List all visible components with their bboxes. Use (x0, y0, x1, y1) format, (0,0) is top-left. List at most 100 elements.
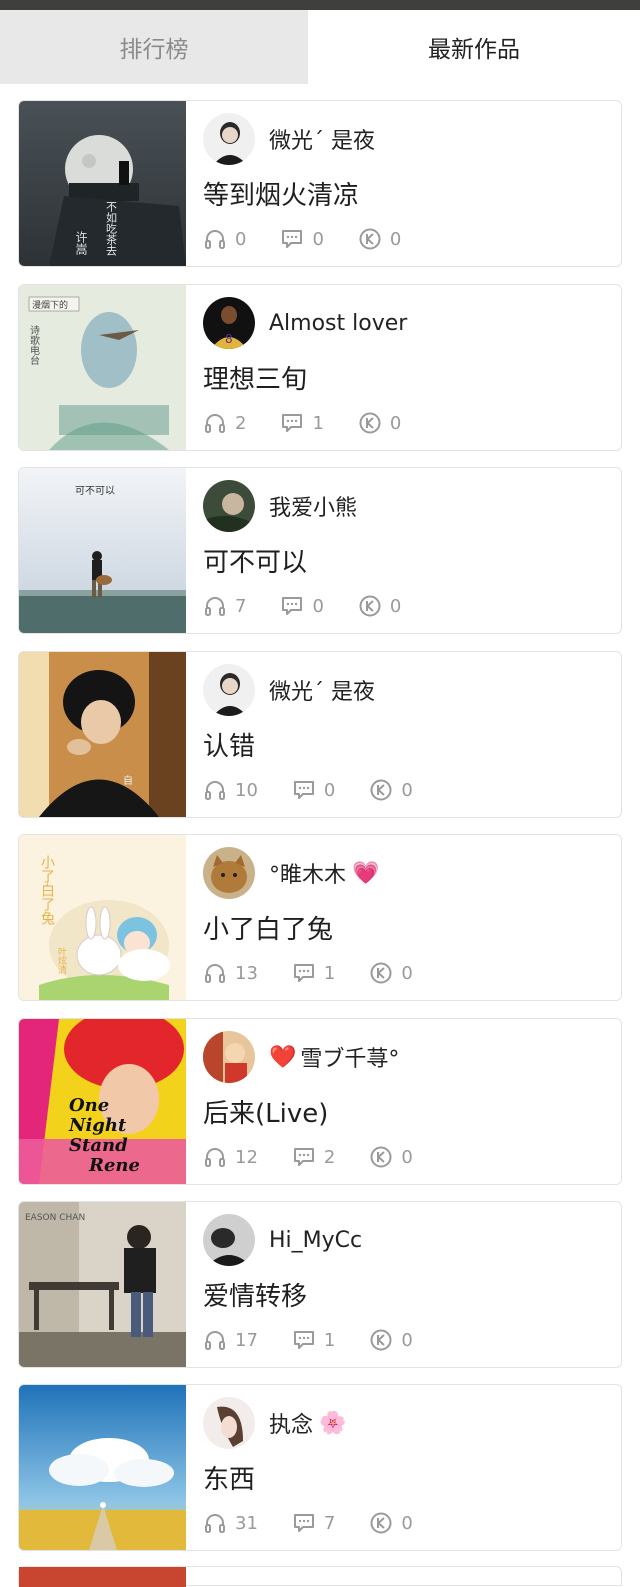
comment-icon (282, 414, 303, 432)
heart-emoji-icon: 💗 (352, 860, 380, 886)
k-song-icon (359, 412, 381, 434)
work-title: 后来(Live) (203, 1099, 329, 1129)
stats-row: 7 0 0 (203, 594, 435, 618)
k-song-icon (370, 1512, 392, 1534)
album-cover (19, 1385, 186, 1550)
k-song-icon (370, 1146, 392, 1168)
listen-count: 13 (235, 962, 258, 984)
listen-count: 12 (235, 1146, 258, 1168)
comment-count: 2 (323, 1146, 336, 1168)
cover-text: 许嵩 (74, 231, 88, 255)
headphones-icon (205, 1148, 225, 1167)
listen-count: 7 (235, 595, 247, 617)
headphones-icon (205, 1331, 225, 1350)
comment-icon (293, 1331, 314, 1349)
heart-emoji-icon: ❤️ (269, 1044, 297, 1070)
avatar[interactable]: 8 (203, 297, 255, 349)
cover-text: 可不可以 (75, 486, 115, 497)
work-card[interactable]: One Night Stand Rene ❤️ 雪ブ千荨° 后来(Live) 12… (18, 1018, 622, 1185)
comment-count: 0 (312, 228, 324, 250)
headphones-icon (205, 964, 225, 983)
avatar[interactable] (203, 847, 255, 899)
next-work-card-peek[interactable] (18, 1566, 622, 1587)
status-bar (0, 0, 640, 10)
k-song-icon (370, 962, 392, 984)
headphones-icon (205, 1514, 225, 1533)
stats-row: 12 2 0 (203, 1145, 447, 1169)
karaoke-count: 0 (401, 1146, 413, 1168)
work-card[interactable]: 小了白了兔 叶炫清 °睢木木 💗 小了白了兔 13 1 0 (18, 834, 622, 1001)
karaoke-count: 0 (401, 962, 413, 984)
comment-count: 0 (312, 595, 324, 617)
album-cover: EASON CHAN (19, 1202, 186, 1367)
headphones-icon (205, 597, 225, 616)
comment-count: 7 (323, 1512, 336, 1534)
author-name[interactable]: °睢木木 (269, 857, 346, 889)
headphones-icon (205, 230, 225, 249)
author-name[interactable]: Hi_MyCc (269, 1228, 362, 1253)
album-cover: One Night Stand Rene (19, 1019, 186, 1184)
work-card[interactable]: 许嵩 不如吃茶去 微光ˊ 是夜 等到烟火清凉 0 0 0 (18, 100, 622, 267)
tab-latest-works[interactable]: 最新作品 (308, 10, 640, 84)
author-name[interactable]: 微光ˊ 是夜 (269, 123, 375, 155)
work-card[interactable]: 漫烟下的 诗歌电台 8 Almost lover 理想三旬 2 1 0 (18, 284, 622, 451)
author-name[interactable]: Almost lover (269, 311, 407, 336)
k-song-icon (370, 779, 392, 801)
cover-text: One (69, 1095, 109, 1116)
work-title: 东西 (203, 1465, 256, 1495)
karaoke-count: 0 (401, 1329, 413, 1351)
author-name[interactable]: 微光ˊ 是夜 (269, 674, 375, 706)
tab-bar: 排行榜 最新作品 (0, 10, 640, 84)
karaoke-count: 0 (401, 1512, 413, 1534)
stats-row: 0 0 0 (203, 227, 435, 251)
karaoke-count: 0 (389, 228, 402, 250)
k-song-icon (359, 228, 381, 250)
karaoke-count: 0 (401, 779, 413, 801)
svg-text:8: 8 (225, 332, 233, 346)
cover-text: EASON CHAN (25, 1213, 85, 1223)
work-card[interactable]: EASON CHAN Hi_MyCc 爱情转移 17 1 0 (18, 1201, 622, 1368)
stats-row: 31 7 0 (203, 1511, 447, 1535)
author-name[interactable]: 我爱小熊 (269, 490, 357, 522)
work-title: 可不可以 (203, 548, 308, 578)
cover-text: 小了白了兔 (39, 855, 55, 926)
cover-text: 不如吃茶去 (105, 201, 118, 256)
work-card[interactable]: 可不可以 我爱小熊 可不可以 7 0 0 (18, 467, 622, 634)
comment-count: 1 (312, 412, 324, 434)
comment-icon (293, 781, 314, 799)
work-card[interactable]: 执念 🌸 东西 31 7 0 (18, 1384, 622, 1551)
cover-text: Stand (69, 1135, 128, 1156)
comment-icon (293, 1148, 314, 1166)
avatar[interactable] (203, 1397, 255, 1449)
author-name[interactable]: 执念 (269, 1407, 313, 1439)
karaoke-count: 0 (389, 595, 402, 617)
avatar[interactable] (203, 664, 255, 716)
comment-count: 1 (323, 1329, 336, 1351)
work-title: 理想三旬 (203, 365, 308, 395)
cover-text: 自 (123, 774, 133, 787)
listen-count: 0 (235, 228, 247, 250)
album-cover: 漫烟下的 诗歌电台 (19, 285, 186, 450)
tab-ranking[interactable]: 排行榜 (0, 10, 308, 84)
k-song-icon (359, 595, 381, 617)
work-card[interactable]: 自 微光ˊ 是夜 认错 10 0 0 (18, 651, 622, 818)
album-cover: 许嵩 不如吃茶去 (19, 101, 186, 266)
work-title: 等到烟火清凉 (203, 181, 360, 211)
avatar[interactable] (203, 480, 255, 532)
comment-icon (282, 230, 303, 248)
work-title: 小了白了兔 (203, 915, 334, 945)
avatar[interactable] (203, 1031, 255, 1083)
comment-icon (293, 964, 314, 982)
listen-count: 17 (235, 1329, 258, 1351)
comment-icon (282, 597, 303, 615)
headphones-icon (205, 414, 225, 433)
cover-text: 诗歌电台 (28, 324, 40, 366)
listen-count: 2 (235, 412, 247, 434)
comment-count: 1 (323, 962, 336, 984)
work-title: 认错 (203, 732, 256, 762)
comment-icon (293, 1514, 314, 1532)
author-name[interactable]: 雪ブ千荨° (300, 1041, 399, 1073)
avatar[interactable] (203, 1214, 255, 1266)
cover-text: 漫烟下的 (32, 299, 68, 311)
avatar[interactable] (203, 113, 255, 165)
